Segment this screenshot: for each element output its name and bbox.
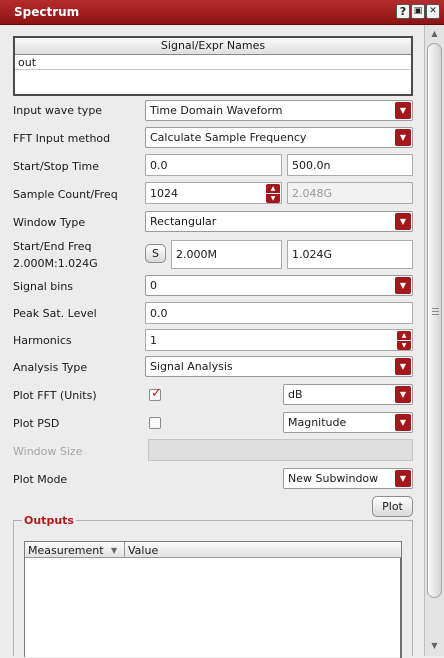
window-type-value: Rectangular [150,215,217,228]
grip-line [432,314,439,315]
plot-psd-units-value: Magnitude [288,416,347,429]
chevron-down-icon: ▼ [395,470,411,487]
signal-bins-label: Signal bins [13,280,74,293]
plot-fft-label: Plot FFT (Units) [13,389,97,402]
plot-fft-units-select[interactable]: dB ▼ [283,384,413,405]
start-freq-value: 2.000M [176,248,217,261]
fft-input-method-select[interactable]: Calculate Sample Frequency ▼ [145,127,413,148]
restore-icon[interactable]: ▣ [411,4,425,19]
analysis-type-select[interactable]: Signal Analysis ▼ [145,356,413,377]
peak-sat-level-value: 0.0 [150,307,168,320]
signal-names-header: Signal/Expr Names [15,38,411,55]
window-type-label: Window Type [13,216,86,229]
end-freq-value: 1.024G [292,248,333,261]
plot-mode-select[interactable]: New Subwindow ▼ [283,468,413,489]
plot-mode-value: New Subwindow [288,472,379,485]
plot-psd-label: Plot PSD [13,417,60,430]
plot-mode-label: Plot Mode [13,473,68,486]
column-header-value[interactable]: Value [128,544,158,557]
s-button[interactable]: S [145,244,166,263]
grip-line [432,308,439,309]
signal-name-row[interactable]: out [15,55,411,70]
sample-count-value: 1024 [150,187,178,200]
chevron-down-icon: ▼ [395,358,411,375]
peak-sat-level-input[interactable]: 0.0 [145,302,413,324]
title-bar: Spectrum ? ▣ ✕ [0,0,444,25]
input-wave-type-label: Input wave type [13,104,103,117]
peak-sat-level-label: Peak Sat. Level [13,307,97,320]
sample-freq-input: 2.048G [287,182,413,204]
signal-bins-value: 0 [150,279,157,292]
start-end-freq-label: Start/End Freq [13,240,92,253]
plot-fft-checkbox[interactable]: ✓ [149,386,162,401]
start-end-freq-summary: 2.000M:1.024G [13,257,98,270]
scroll-down-icon[interactable]: ▼ [427,639,442,652]
chevron-down-icon: ▼ [395,386,411,403]
harmonics-label: Harmonics [13,334,72,347]
grip-line [432,311,439,312]
fft-input-method-value: Calculate Sample Frequency [150,131,307,144]
spin-down-icon[interactable]: ▼ [397,341,411,350]
spin-down-icon[interactable]: ▼ [266,194,280,203]
harmonics-stepper[interactable]: 1 ▲ ▼ [145,329,413,351]
stop-time-value: 500.0n [292,159,331,172]
start-stop-time-label: Start/Stop Time [13,160,100,173]
checkmark-icon: ✓ [151,386,162,401]
scroll-up-icon[interactable]: ▲ [427,27,442,40]
chevron-down-icon: ▼ [395,213,411,230]
spectrum-form-panel: Signal/Expr Names out Input wave type Ti… [0,25,424,658]
end-freq-input[interactable]: 1.024G [287,240,413,269]
spin-up-icon[interactable]: ▲ [397,331,411,340]
stop-time-input[interactable]: 500.0n [287,154,413,176]
chevron-down-icon: ▼ [395,102,411,119]
outputs-title: Outputs [22,514,76,527]
vertical-scrollbar[interactable]: ▲ ▼ [424,25,444,656]
plot-psd-checkbox[interactable] [149,417,161,429]
outputs-header: Measurement ▼ Value [25,542,401,558]
outputs-table-edge [400,558,402,658]
analysis-type-value: Signal Analysis [150,360,233,373]
analysis-type-label: Analysis Type [13,361,88,374]
window-type-select[interactable]: Rectangular ▼ [145,211,413,232]
column-header-measurement[interactable]: Measurement [28,544,104,557]
chevron-down-icon: ▼ [395,129,411,146]
input-wave-type-value: Time Domain Waveform [150,104,283,117]
sample-count-stepper[interactable]: 1024 ▲ ▼ [145,182,282,204]
help-icon[interactable]: ? [396,4,410,19]
fft-input-method-label: FFT Input method [13,132,111,145]
signal-bins-select[interactable]: 0 ▼ [145,275,413,296]
plot-button[interactable]: Plot [372,496,413,517]
input-wave-type-select[interactable]: Time Domain Waveform ▼ [145,100,413,121]
window-size-input [148,439,413,461]
start-time-input[interactable]: 0.0 [145,154,282,176]
scrollbar-thumb[interactable] [427,43,442,598]
start-freq-input[interactable]: 2.000M [171,240,282,269]
sample-count-freq-label: Sample Count/Freq [13,188,118,201]
plot-fft-units-value: dB [288,388,303,401]
outputs-table[interactable]: Measurement ▼ Value [24,541,402,658]
plot-psd-units-select[interactable]: Magnitude ▼ [283,412,413,433]
chevron-down-icon: ▼ [395,414,411,431]
window-size-label: Window Size [13,445,83,458]
close-icon[interactable]: ✕ [426,4,440,19]
sample-freq-value: 2.048G [292,187,333,200]
outputs-group: Outputs Measurement ▼ Value [13,514,413,658]
column-divider[interactable] [124,542,125,557]
chevron-down-icon: ▼ [395,277,411,294]
signal-names-table[interactable]: Signal/Expr Names out [13,36,413,96]
spin-up-icon[interactable]: ▲ [266,184,280,193]
start-time-value: 0.0 [150,159,168,172]
window-title: Spectrum [14,5,80,19]
harmonics-value: 1 [150,334,157,347]
sort-down-icon[interactable]: ▼ [111,544,117,557]
